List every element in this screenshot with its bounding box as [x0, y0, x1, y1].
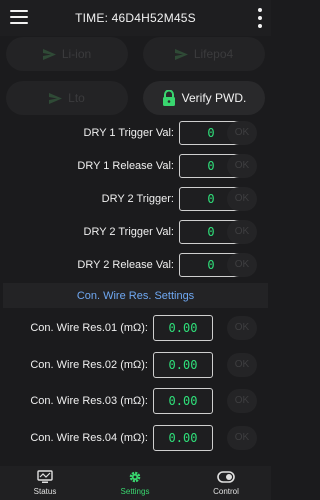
page-title: TIME: 46D4H52M45S [75, 11, 196, 25]
send-icon [42, 48, 56, 60]
dry2-trigger-label: DRY 2 Trigger: [101, 193, 174, 205]
dry1-release-ok-button[interactable]: OK [227, 154, 257, 178]
dry2-trigger-val-label: DRY 2 Trigger Val: [83, 226, 175, 238]
dry2-trigger-val-ok-button[interactable]: OK [227, 220, 257, 244]
wire-res-01-input[interactable]: 0.00 [153, 315, 213, 341]
dry2-trigger-ok-button[interactable]: OK [227, 187, 257, 211]
wire-res-03-label: Con. Wire Res.03 (mΩ): [30, 395, 148, 407]
section-title: Con. Wire Res. Settings [76, 289, 195, 302]
wire-res-01-ok-button[interactable]: OK [227, 316, 257, 340]
lto-button[interactable]: Lto [6, 81, 128, 115]
wire-res-04-label: Con. Wire Res.04 (mΩ): [30, 432, 148, 444]
dry1-release-label: DRY 1 Release Val: [77, 160, 174, 172]
gear-icon [129, 471, 141, 483]
bottom-navigation: Status Settings Control [0, 466, 271, 500]
wire-res-02-ok-button[interactable]: OK [227, 353, 257, 377]
more-options-icon[interactable] [257, 8, 263, 28]
send-icon [49, 92, 63, 104]
nav-settings[interactable]: Settings [90, 466, 180, 500]
dry1-trigger-label: DRY 1 Trigger Val: [83, 127, 175, 139]
lto-label: Lto [68, 91, 85, 105]
nav-control-label: Control [213, 487, 239, 496]
wire-res-03-input[interactable]: 0.00 [153, 388, 213, 414]
lock-icon [162, 90, 175, 106]
send-icon [174, 48, 188, 60]
li-ion-button[interactable]: Li-ion [6, 37, 128, 71]
wire-resistance-section-header: Con. Wire Res. Settings [3, 283, 268, 308]
dry1-trigger-ok-button[interactable]: OK [227, 121, 257, 145]
dry2-release-label: DRY 2 Release Val: [77, 259, 174, 271]
top-app-bar: TIME: 46D4H52M45S [0, 0, 271, 36]
lifepo4-label: Lifepo4 [193, 47, 234, 61]
li-ion-label: Li-ion [61, 47, 92, 61]
wire-res-04-ok-button[interactable]: OK [227, 426, 257, 450]
verify-password-button[interactable]: Verify PWD. [143, 81, 265, 115]
monitor-icon [37, 470, 53, 483]
nav-status[interactable]: Status [0, 466, 90, 500]
verify-password-label: Verify PWD. [181, 91, 247, 105]
wire-res-02-input[interactable]: 0.00 [153, 352, 213, 378]
wire-res-02-label: Con. Wire Res.02 (mΩ): [30, 359, 148, 371]
toggle-icon [217, 471, 235, 483]
wire-res-03-ok-button[interactable]: OK [227, 389, 257, 413]
wire-res-01-label: Con. Wire Res.01 (mΩ): [30, 322, 148, 334]
dry2-release-ok-button[interactable]: OK [227, 253, 257, 277]
lifepo4-button[interactable]: Lifepo4 [143, 37, 265, 71]
nav-control[interactable]: Control [181, 466, 271, 500]
wire-res-04-input[interactable]: 0.00 [153, 425, 213, 451]
nav-status-label: Status [33, 487, 57, 496]
nav-settings-label: Settings [120, 487, 150, 496]
